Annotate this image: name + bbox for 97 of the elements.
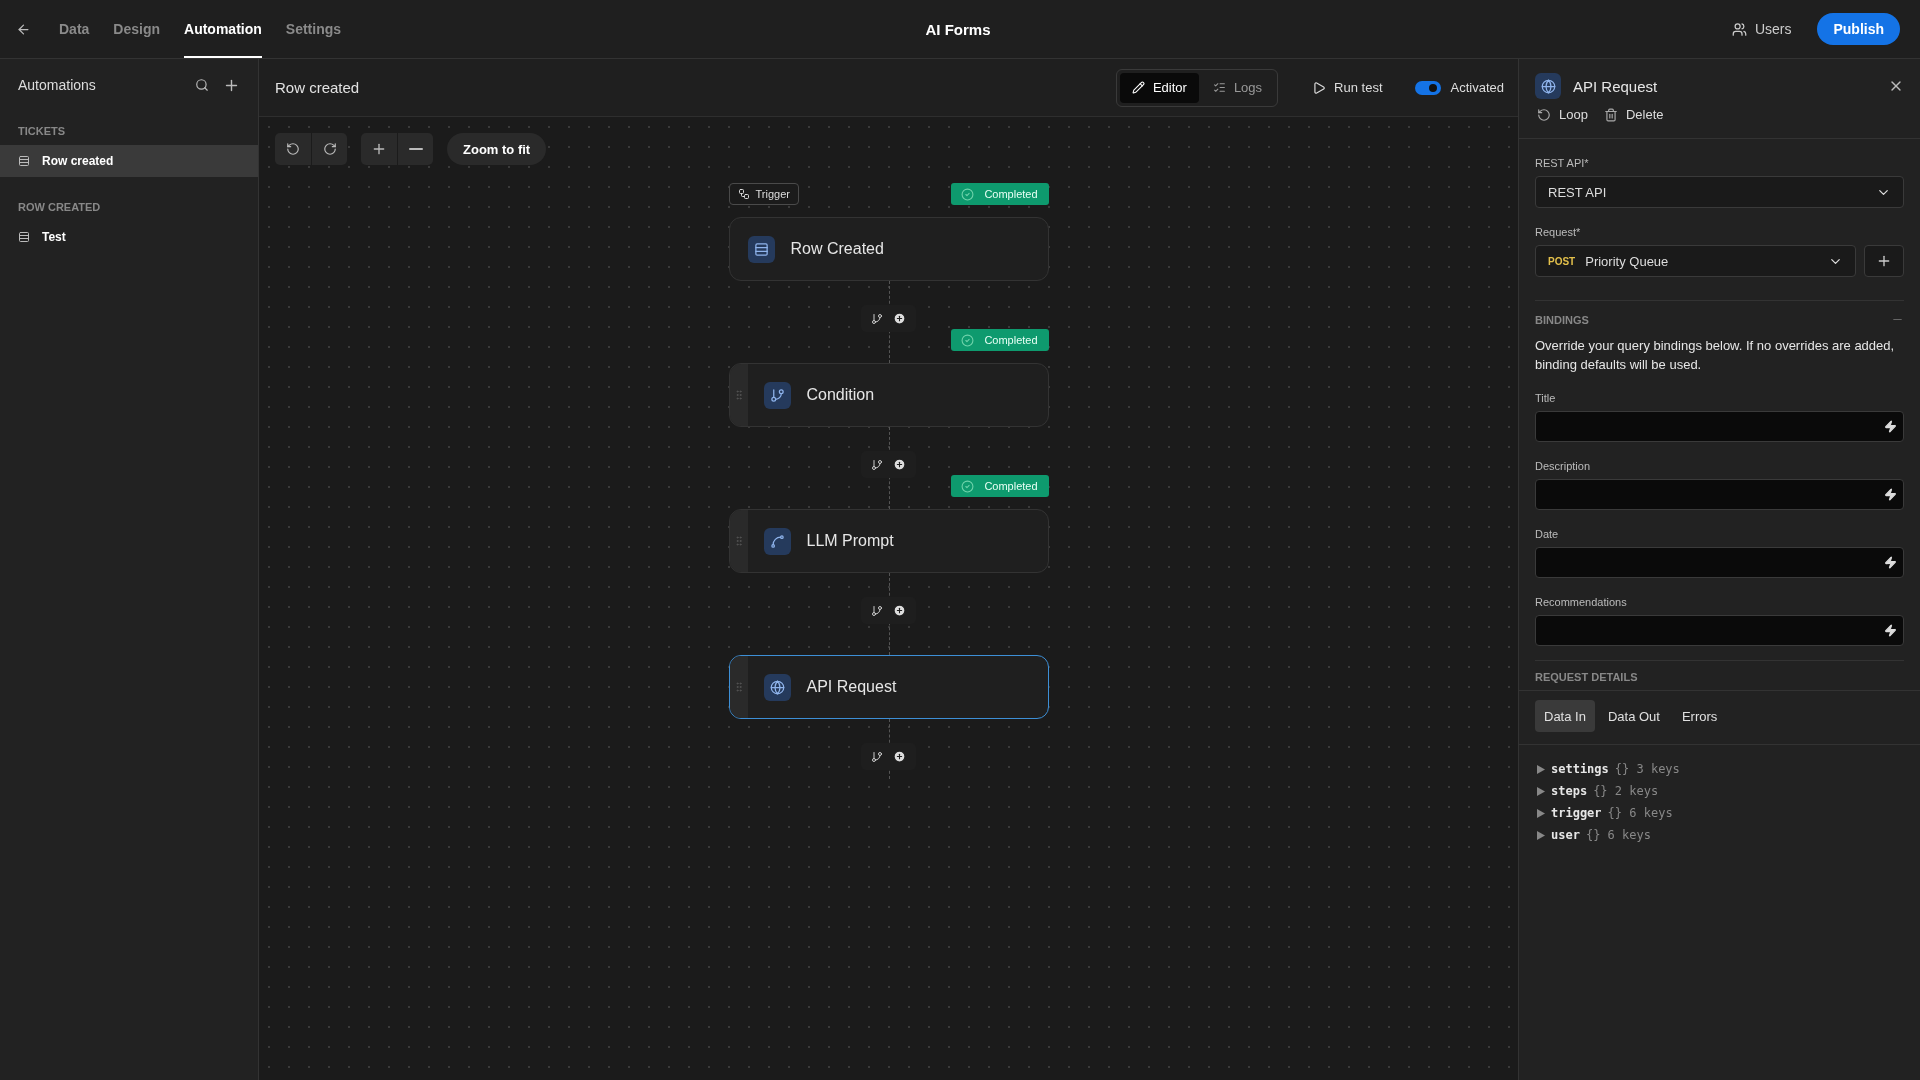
- nav-tab[interactable]: Settings: [285, 0, 342, 58]
- branch-icon[interactable]: [871, 604, 883, 617]
- app-title: AI Forms: [925, 20, 991, 38]
- toggle-label: Activated: [1450, 80, 1504, 95]
- binding-field[interactable]: [1535, 547, 1904, 578]
- section-heading: REQUEST DETAILS: [1535, 671, 1639, 683]
- add-step-icon[interactable]: [893, 604, 906, 617]
- bindings-description: Override your query bindings below. If no overrides are added, binding defaults will be used.: [1535, 337, 1896, 374]
- section-heading: BINDINGS: [1535, 313, 1589, 326]
- add-step-icon[interactable]: [893, 750, 906, 763]
- loop-icon: [1537, 107, 1551, 122]
- globe-icon: [763, 673, 791, 701]
- branch-icon[interactable]: [871, 312, 883, 325]
- completed-badge: Completed: [950, 329, 1049, 351]
- users-icon: [1731, 21, 1747, 37]
- play-icon: [1312, 80, 1327, 95]
- expand-triangle-icon[interactable]: [1537, 808, 1545, 818]
- nav-tab[interactable]: Data: [59, 0, 90, 58]
- request-select[interactable]: POST Priority Queue: [1535, 245, 1856, 277]
- users-button[interactable]: Users: [1725, 20, 1798, 38]
- drag-handle-icon[interactable]: [729, 364, 748, 426]
- branch-icon[interactable]: [871, 750, 883, 763]
- lightning-icon[interactable]: [1884, 624, 1897, 637]
- expand-triangle-icon[interactable]: [1537, 764, 1545, 774]
- field-label: REST API*: [1535, 157, 1590, 169]
- step-name: LLM Prompt: [806, 532, 894, 550]
- add-step-icon[interactable]: [893, 312, 906, 325]
- field-label: Title: [1535, 392, 1557, 404]
- rows-icon: [18, 231, 30, 243]
- completed-badge: Completed: [950, 183, 1049, 205]
- minus-icon: [408, 148, 423, 150]
- add-request-button[interactable]: [1864, 245, 1904, 277]
- add-step-icon[interactable]: [893, 458, 906, 471]
- search-icon[interactable]: [195, 78, 209, 92]
- checklist-icon: [1212, 81, 1226, 94]
- automation-title: Row created: [275, 79, 361, 96]
- tree-row[interactable]: steps {} 2 keys: [1537, 783, 1902, 799]
- step-card[interactable]: Condition: [728, 363, 1049, 427]
- sidebar-title: Automations: [18, 77, 96, 93]
- drag-handle-icon[interactable]: [729, 510, 748, 572]
- field-label: Date: [1535, 528, 1560, 540]
- step-name: Row Created: [790, 240, 884, 258]
- activated-toggle[interactable]: [1414, 80, 1441, 95]
- run-test-button[interactable]: Run test: [1306, 79, 1389, 96]
- expand-triangle-icon[interactable]: [1537, 786, 1545, 796]
- mode-tab[interactable]: Logs: [1200, 72, 1275, 103]
- globe-icon: [1535, 73, 1561, 99]
- rows-icon: [18, 155, 30, 167]
- check-circle-icon: [961, 333, 975, 347]
- plus-icon: [371, 141, 387, 157]
- tree-row[interactable]: settings {} 3 keys: [1537, 761, 1902, 777]
- group-heading: TICKETS: [17, 124, 67, 139]
- trigger-tag: Trigger: [728, 183, 799, 205]
- nav-tab[interactable]: Design: [113, 0, 161, 58]
- panel-tab[interactable]: Errors: [1672, 700, 1727, 732]
- step-name: API Request: [806, 678, 897, 696]
- rows-icon: [747, 235, 775, 263]
- step-card[interactable]: API Request: [728, 655, 1049, 719]
- plus-icon: [1876, 253, 1892, 269]
- redo-icon: [322, 142, 337, 156]
- panel-tab[interactable]: Data Out: [1598, 700, 1669, 732]
- delete-button[interactable]: Delete: [1601, 107, 1664, 122]
- automation-item[interactable]: Row created: [0, 145, 258, 177]
- tree-row[interactable]: trigger {} 6 keys: [1537, 805, 1902, 821]
- lightning-icon[interactable]: [1884, 556, 1897, 569]
- field-label: Request*: [1535, 226, 1582, 238]
- expand-triangle-icon[interactable]: [1537, 830, 1545, 840]
- group-heading: ROW CREATED: [17, 200, 102, 215]
- step-name: Condition: [806, 386, 875, 404]
- field-label: Recommendations: [1535, 596, 1628, 608]
- panel-title: API Request: [1573, 77, 1659, 95]
- trash-icon: [1603, 107, 1618, 122]
- binding-field[interactable]: [1535, 411, 1904, 442]
- binding-field[interactable]: [1535, 479, 1904, 510]
- completed-badge: Completed: [950, 475, 1049, 497]
- check-circle-icon: [961, 187, 975, 201]
- drag-handle-icon[interactable]: [729, 656, 748, 718]
- pencil-icon: [1131, 81, 1145, 94]
- step-card[interactable]: LLM Prompt: [728, 509, 1049, 573]
- tree-row[interactable]: user {} 6 keys: [1537, 827, 1902, 843]
- branch-icon[interactable]: [871, 458, 883, 471]
- step-card[interactable]: Row Created: [728, 217, 1049, 281]
- automation-item[interactable]: Test: [0, 221, 258, 253]
- flow-icon: [737, 188, 750, 200]
- binding-field[interactable]: [1535, 615, 1904, 646]
- check-circle-icon: [961, 479, 975, 493]
- branch-icon: [763, 381, 791, 409]
- undo-icon: [286, 142, 300, 156]
- lightning-icon[interactable]: [1884, 420, 1897, 433]
- field-label: Description: [1535, 460, 1592, 472]
- rest-api-select[interactable]: REST API: [1535, 176, 1904, 208]
- panel-tab[interactable]: Data In: [1535, 700, 1595, 732]
- mode-tab[interactable]: Editor: [1119, 72, 1199, 103]
- loop-button[interactable]: Loop: [1535, 107, 1588, 122]
- zoom-to-fit-button[interactable]: Zoom to fit: [447, 133, 547, 165]
- publish-button[interactable]: Publish: [1817, 13, 1900, 45]
- lightning-icon[interactable]: [1884, 488, 1897, 501]
